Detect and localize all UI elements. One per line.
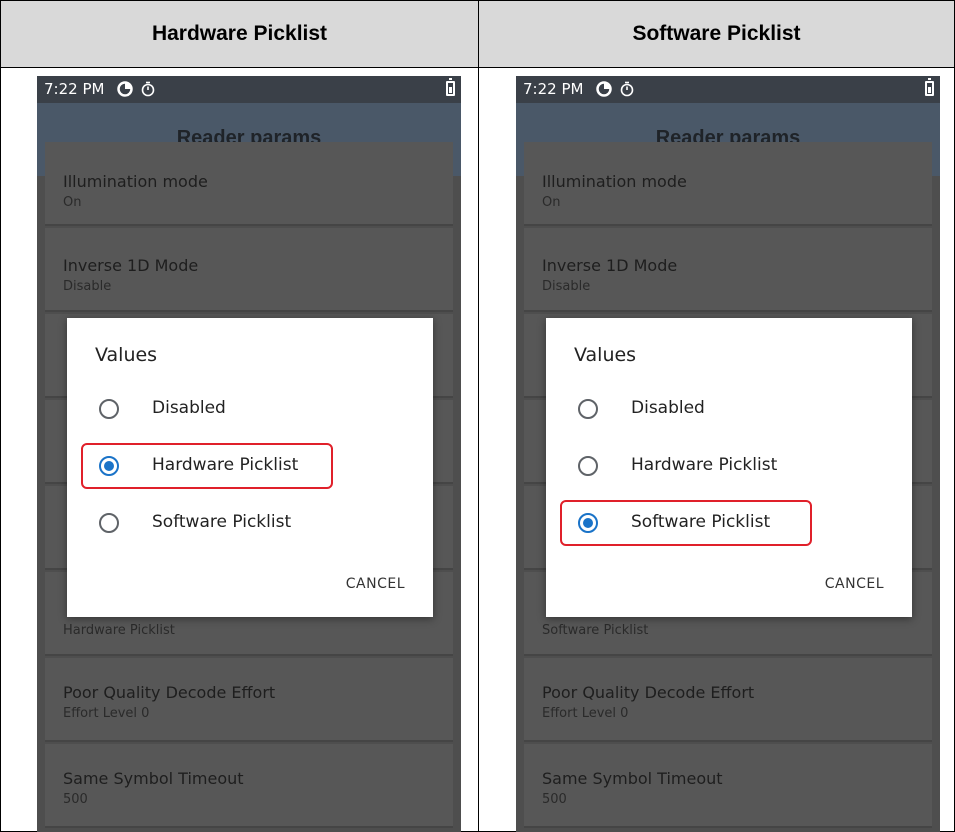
item-title: Inverse 1D Mode	[542, 256, 678, 275]
option-label: Hardware Picklist	[631, 455, 778, 475]
status-bar: 7:22 PM	[37, 76, 461, 103]
list-item[interactable]: Inverse 1D Mode Disable	[45, 228, 453, 312]
item-subtitle: 500	[63, 792, 88, 807]
status-bar: 7:22 PM	[516, 76, 940, 103]
column-divider	[478, 1, 479, 832]
phone-screen-software: 7:22 PM Reader params Illumination mode …	[516, 76, 940, 832]
item-title: Poor Quality Decode Effort	[63, 683, 276, 702]
item-title: Same Symbol Timeout	[542, 769, 723, 788]
dialog-title: Values	[95, 344, 158, 366]
option-label: Software Picklist	[631, 512, 771, 532]
item-title: Inverse 1D Mode	[63, 256, 199, 275]
option-disabled[interactable]: Disabled	[560, 386, 812, 432]
column-header-software: Software Picklist	[632, 22, 801, 45]
status-time: 7:22 PM	[44, 80, 105, 98]
data-saver-icon	[596, 81, 612, 97]
option-label: Disabled	[631, 398, 705, 418]
radio-unchecked-icon[interactable]	[578, 456, 598, 476]
cancel-button[interactable]: CANCEL	[825, 576, 884, 592]
timer-icon	[141, 81, 155, 97]
item-subtitle: 500	[542, 792, 567, 807]
item-subtitle: Software Picklist	[542, 623, 649, 638]
list-item[interactable]: Illumination mode On	[524, 142, 932, 226]
battery-charging-icon	[446, 78, 455, 96]
item-subtitle: Effort Level 0	[63, 706, 150, 721]
item-subtitle: Disable	[542, 279, 591, 294]
item-subtitle: On	[542, 195, 561, 210]
option-hardware-picklist[interactable]: Hardware Picklist	[81, 443, 333, 489]
list-item[interactable]: Inverse 1D Mode Disable	[524, 228, 932, 312]
radio-unchecked-icon[interactable]	[578, 399, 598, 419]
item-title: Illumination mode	[542, 172, 687, 191]
item-subtitle: Disable	[63, 279, 112, 294]
radio-unchecked-icon[interactable]	[99, 399, 119, 419]
radio-checked-icon[interactable]	[99, 456, 119, 476]
option-disabled[interactable]: Disabled	[81, 386, 333, 432]
option-hardware-picklist[interactable]: Hardware Picklist	[560, 443, 812, 489]
list-item[interactable]: Poor Quality Decode Effort Effort Level …	[45, 658, 453, 742]
item-title: Poor Quality Decode Effort	[542, 683, 755, 702]
item-subtitle: On	[63, 195, 82, 210]
item-subtitle: Effort Level 0	[542, 706, 629, 721]
option-label: Hardware Picklist	[152, 455, 299, 475]
dialog-title: Values	[574, 344, 637, 366]
phone-screen-hardware: 7:22 PM Reader params Illumination mode …	[37, 76, 461, 832]
item-subtitle: Hardware Picklist	[63, 623, 175, 638]
option-software-picklist[interactable]: Software Picklist	[560, 500, 812, 546]
radio-checked-icon[interactable]	[578, 513, 598, 533]
timer-icon	[620, 81, 634, 97]
column-header-hardware: Hardware Picklist	[151, 22, 328, 45]
option-software-picklist[interactable]: Software Picklist	[81, 500, 333, 546]
values-dialog: Values Disabled Hardware Picklist Softwa…	[546, 318, 912, 617]
option-label: Software Picklist	[152, 512, 292, 532]
option-label: Disabled	[152, 398, 226, 418]
radio-unchecked-icon[interactable]	[99, 513, 119, 533]
data-saver-icon	[117, 81, 133, 97]
status-time: 7:22 PM	[523, 80, 584, 98]
cancel-button[interactable]: CANCEL	[346, 576, 405, 592]
list-item[interactable]: Illumination mode On	[45, 142, 453, 226]
list-item[interactable]: Poor Quality Decode Effort Effort Level …	[524, 658, 932, 742]
list-item[interactable]: Same Symbol Timeout 500	[524, 744, 932, 828]
battery-charging-icon	[925, 78, 934, 96]
list-item[interactable]: Same Symbol Timeout 500	[45, 744, 453, 828]
item-title: Same Symbol Timeout	[63, 769, 244, 788]
values-dialog: Values Disabled Hardware Picklist Softwa…	[67, 318, 433, 617]
item-title: Illumination mode	[63, 172, 208, 191]
